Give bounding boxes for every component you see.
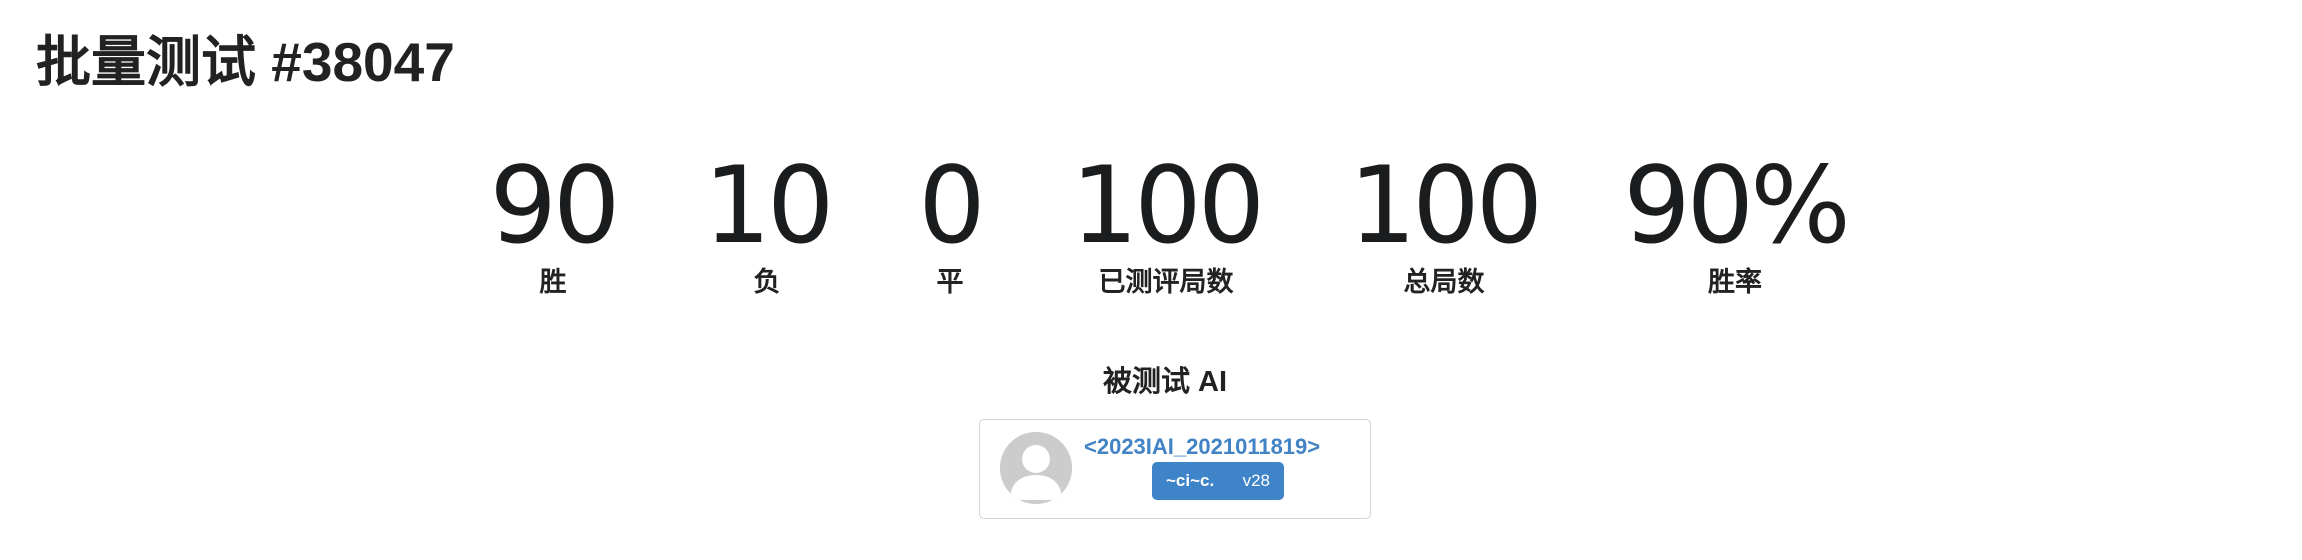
stat-value: 10 (703, 144, 835, 267)
stat-label: 胜 (539, 267, 567, 297)
stat-evaluated-games: 100 已测评局数 (1070, 144, 1265, 300)
stat-value: 100 (1070, 144, 1265, 267)
tested-ai-heading: 被测试 AI (1102, 366, 1228, 398)
stat-losses: 10 负 (703, 144, 835, 300)
tested-ai-card: <2023IAI_2021011819> ~ci~c. v28 (979, 419, 1371, 519)
stat-total-games: 100 总局数 (1348, 144, 1543, 300)
ai-owner-version-badge[interactable]: ~ci~c. v28 (1152, 462, 1284, 500)
stat-value: 0 (918, 144, 985, 267)
ai-version-label: v28 (1242, 471, 1270, 490)
stat-value: 100 (1348, 144, 1543, 267)
stat-label: 总局数 (1403, 267, 1485, 297)
stat-value: 90% (1623, 144, 1851, 267)
stat-wins: 90 胜 (489, 144, 621, 300)
stats-summary: 90 胜 10 负 0 平 100 已测评局数 100 总局数 90% 胜率 (0, 148, 2302, 308)
ai-owner-label: ~ci~c. (1166, 471, 1215, 490)
stat-label: 平 (936, 267, 964, 297)
page-title: 批量测试 #38047 (36, 31, 455, 93)
user-avatar-icon[interactable] (1000, 432, 1072, 504)
stat-label: 胜率 (1707, 267, 1762, 297)
ai-name-link[interactable]: <2023IAI_2021011819> (1084, 432, 1364, 462)
stat-win-rate: 90% 胜率 (1623, 144, 1851, 300)
stat-label: 负 (753, 267, 781, 297)
stat-label: 已测评局数 (1098, 267, 1234, 297)
stat-draws: 0 平 (918, 144, 985, 300)
stat-value: 90 (489, 144, 621, 267)
